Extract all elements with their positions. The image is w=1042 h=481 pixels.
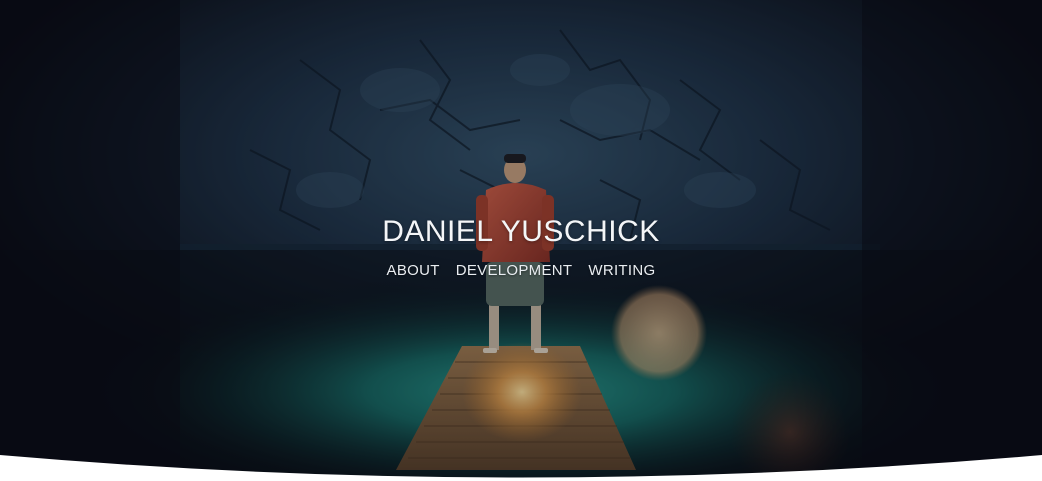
nav-item-writing[interactable]: WRITING bbox=[588, 262, 655, 279]
hero-section: DANIEL YUSCHICK ABOUT DEVELOPMENT WRITIN… bbox=[0, 0, 1042, 481]
main-navigation: ABOUT DEVELOPMENT WRITING bbox=[0, 262, 1042, 279]
site-title[interactable]: DANIEL YUSCHICK bbox=[382, 214, 660, 250]
nav-item-development[interactable]: DEVELOPMENT bbox=[456, 262, 573, 279]
nav-item-about[interactable]: ABOUT bbox=[387, 262, 440, 279]
hero-header: DANIEL YUSCHICK ABOUT DEVELOPMENT WRITIN… bbox=[0, 214, 1042, 279]
